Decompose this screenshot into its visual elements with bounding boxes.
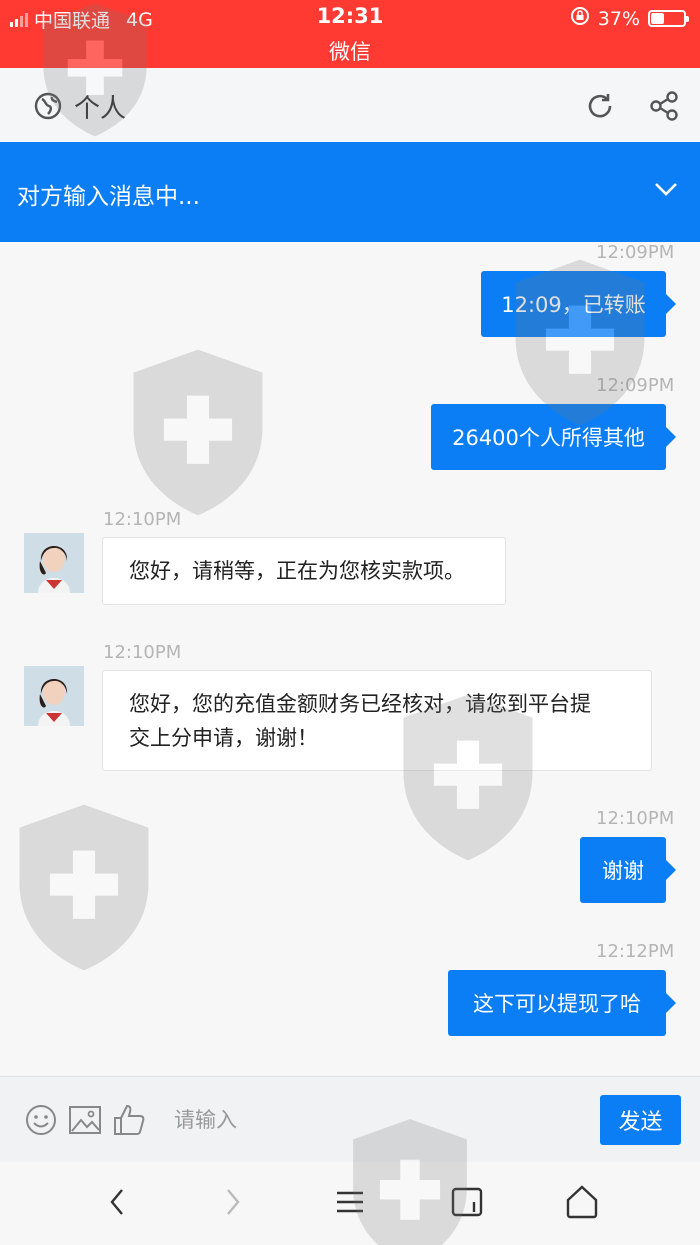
message-time: 12:10PM — [596, 808, 675, 829]
message-bubble-outgoing[interactable]: 这下可以提现了哈 — [448, 970, 676, 1036]
typing-banner[interactable]: 对方输入消息中... — [0, 142, 700, 242]
status-bar: 中国联通 4G 12:31 微信 37% — [0, 0, 700, 68]
message-bubble-outgoing[interactable]: 12:09，已转账 — [481, 271, 676, 337]
back-icon[interactable] — [104, 1182, 130, 1226]
status-right: 37% — [570, 6, 689, 31]
battery-icon — [648, 10, 689, 27]
message-bubble-incoming[interactable]: 您好，请稍等，正在为您核实款项。 — [102, 537, 506, 605]
message-text: 您好，请稍等，正在为您核实款项。 — [129, 559, 465, 583]
message-text-line: 您好，您的充值金额财务已经核对，请您到平台提 — [129, 692, 591, 716]
message-bubble-incoming[interactable]: 您好，您的充值金额财务已经核对，请您到平台提 交上分申请，谢谢！ — [102, 670, 652, 771]
rotation-lock-icon — [570, 6, 590, 31]
chat-header: 个人 — [0, 68, 700, 142]
message-text: 12:09，已转账 — [501, 293, 646, 317]
avatar[interactable] — [24, 666, 84, 726]
send-button[interactable]: 发送 — [600, 1095, 681, 1145]
message-text-line: 交上分申请，谢谢！ — [129, 726, 318, 750]
browser-nav-bar — [0, 1162, 700, 1245]
message-time: 12:10PM — [103, 642, 182, 663]
share-icon[interactable] — [648, 90, 680, 126]
message-input[interactable] — [158, 1095, 610, 1145]
emoji-icon[interactable] — [24, 1103, 58, 1141]
globe-icon — [33, 91, 63, 125]
message-time: 12:09PM — [596, 242, 675, 263]
app-name: 微信 — [329, 40, 371, 64]
chat-area[interactable]: 12:09PM 12:09，已转账 12:09PM 26400个人所得其他 12… — [0, 242, 700, 1076]
message-text: 这下可以提现了哈 — [473, 992, 641, 1016]
message-bubble-outgoing[interactable]: 26400个人所得其他 — [431, 404, 676, 470]
home-icon[interactable] — [564, 1182, 600, 1226]
message-time: 12:10PM — [103, 509, 182, 530]
image-icon[interactable] — [68, 1103, 102, 1141]
tabs-icon[interactable] — [450, 1182, 484, 1226]
battery-percent: 37% — [597, 7, 640, 30]
thumbs-up-icon[interactable] — [112, 1103, 146, 1141]
message-time: 12:09PM — [596, 375, 675, 396]
page-title: 个人 — [74, 94, 127, 124]
refresh-icon[interactable] — [584, 90, 616, 126]
message-text: 26400个人所得其他 — [452, 426, 645, 450]
message-text: 谢谢 — [602, 859, 644, 883]
chevron-down-icon[interactable] — [651, 174, 681, 208]
menu-icon[interactable] — [334, 1182, 366, 1226]
message-time: 12:12PM — [596, 941, 675, 962]
forward-icon[interactable] — [220, 1182, 246, 1226]
typing-status: 对方输入消息中... — [17, 184, 200, 210]
input-bar: 发送 — [0, 1076, 700, 1163]
avatar[interactable] — [24, 533, 84, 593]
message-bubble-outgoing[interactable]: 谢谢 — [580, 837, 676, 903]
